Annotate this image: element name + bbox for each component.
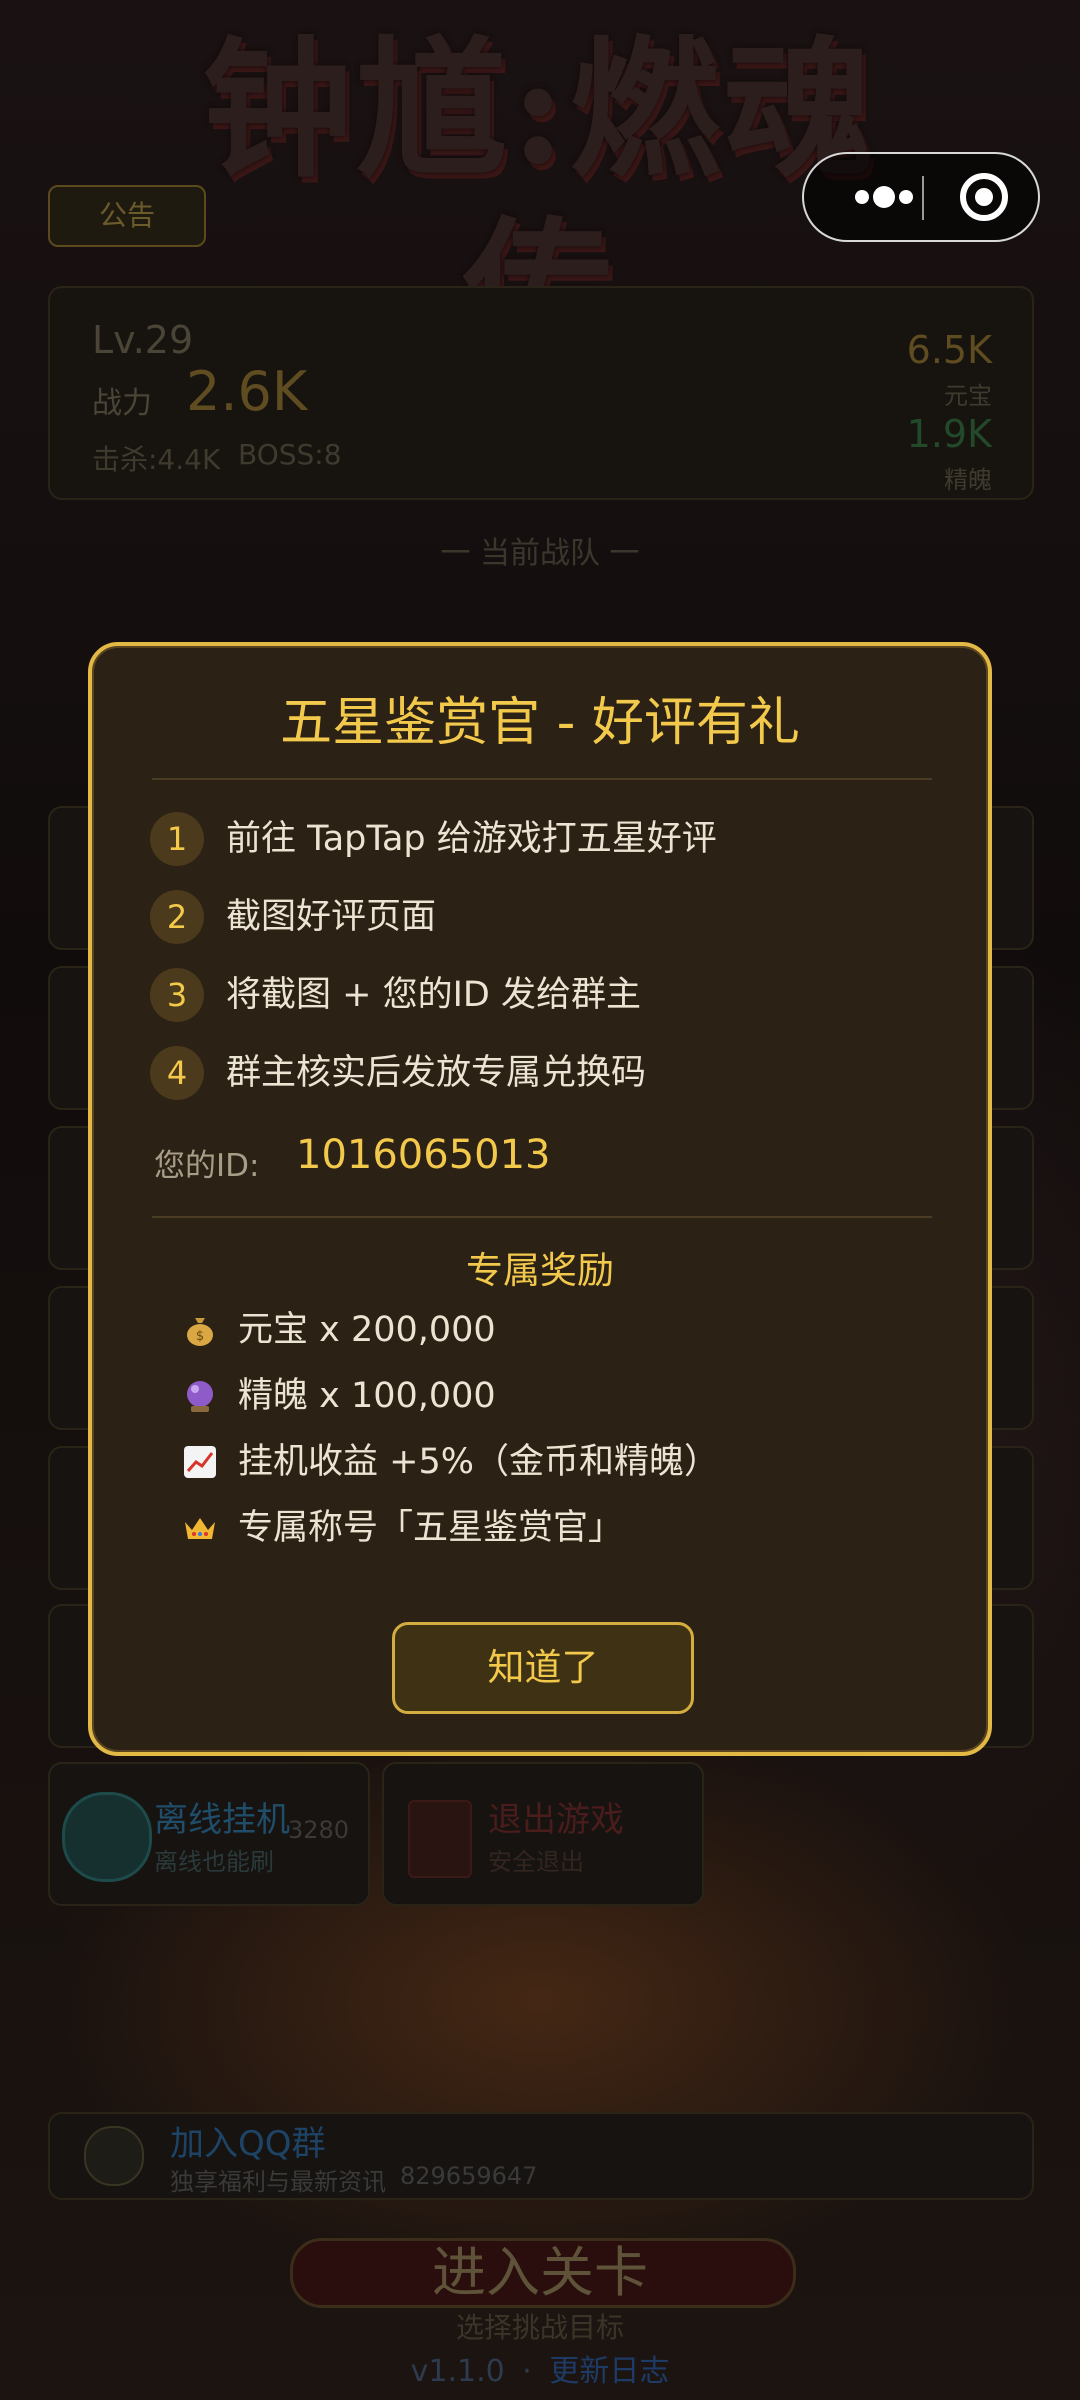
enter-subtitle: 选择挑战目标 — [455, 2311, 624, 2344]
step-number: 2 — [150, 890, 204, 944]
exit-game-tile[interactable]: 退出游戏 安全退出 — [382, 1762, 704, 1906]
qq-group-id: 829659647 — [400, 2162, 538, 2190]
step-item: 2 截图好评页面 — [150, 888, 910, 948]
reward-text: 精魄 x 100,000 — [238, 1376, 496, 1416]
level-text: Lv.29 — [92, 318, 194, 362]
user-id-value: 1016065013 — [296, 1132, 551, 1178]
yin-yang-icon — [62, 1792, 152, 1882]
enter-stage-button[interactable]: 进入关卡 选择挑战目标 — [90, 2224, 990, 2344]
step-number: 4 — [150, 1046, 204, 1100]
title-divider — [152, 778, 932, 780]
crown-icon — [182, 1510, 218, 1546]
user-id-label: 您的ID: — [154, 1148, 260, 1184]
svg-text:$: $ — [196, 1329, 204, 1344]
qq-group-banner[interactable]: 加入QQ群 独享福利与最新资讯 829659647 — [48, 2112, 1034, 2200]
money-bag-icon: $ — [182, 1312, 218, 1348]
reward-item: 精魄 x 100,000 — [182, 1370, 882, 1426]
notice-button[interactable]: 公告 — [48, 185, 206, 247]
jingpo-value: 1.9K — [906, 412, 992, 456]
more-dots-icon[interactable] — [832, 154, 932, 240]
changelog-link[interactable]: 更新日志 — [549, 2354, 669, 2389]
id-divider — [152, 1216, 932, 1218]
door-icon — [408, 1800, 472, 1878]
capsule-divider — [922, 176, 924, 220]
version-text: v1.1.0 — [410, 2354, 505, 2389]
reward-text: 专属称号「五星鉴赏官」 — [238, 1508, 624, 1548]
reward-text: 挂机收益 +5%（金币和精魄） — [238, 1442, 719, 1482]
game-title-logo: 钟馗:燃魂传 — [202, 22, 878, 378]
exit-subtitle: 安全退出 — [488, 1848, 584, 1876]
power-value: 2.6K — [186, 360, 308, 423]
target-close-icon[interactable] — [954, 154, 1034, 240]
got-it-button[interactable]: 知道了 — [392, 1622, 694, 1714]
power-label: 战力 — [92, 386, 152, 421]
step-text: 截图好评页面 — [226, 897, 437, 937]
step-number: 3 — [150, 968, 204, 1022]
crystal-ball-icon — [182, 1378, 218, 1414]
step-text: 群主核实后发放专属兑换码 — [226, 1053, 647, 1093]
reward-section-title: 专属奖励 — [466, 1249, 614, 1292]
offline-hangup-tile[interactable]: 离线挂机 离线也能刷 3280 — [48, 1762, 370, 1906]
offline-title: 离线挂机 — [154, 1800, 290, 1840]
exit-title: 退出游戏 — [488, 1800, 624, 1840]
version-footer: v1.1.0 · 更新日志 — [0, 2346, 1080, 2390]
step-item: 1 前往 TapTap 给游戏打五星好评 — [150, 810, 910, 870]
team-section-title: 一 当前战队 一 — [440, 536, 640, 571]
offline-subtitle: 离线也能刷 — [154, 1848, 274, 1876]
user-id-row: 您的ID: 1016065013 — [154, 1132, 914, 1192]
qq-icon — [84, 2126, 144, 2186]
reward-item: 挂机收益 +5%（金币和精魄） — [182, 1436, 882, 1492]
mini-program-capsule — [802, 152, 1040, 242]
qq-title: 加入QQ群 — [170, 2124, 326, 2164]
step-number: 1 — [150, 812, 204, 866]
footer-separator: · — [522, 2354, 532, 2389]
jingpo-label: 精魄 — [944, 466, 992, 494]
review-reward-modal: 五星鉴赏官 - 好评有礼 1 前往 TapTap 给游戏打五星好评 2 截图好评… — [88, 642, 992, 1756]
offline-count: 3280 — [288, 1816, 350, 1844]
reward-text: 元宝 x 200,000 — [238, 1310, 496, 1350]
step-item: 4 群主核实后发放专属兑换码 — [150, 1044, 910, 1104]
yuanbao-value: 6.5K — [906, 328, 992, 372]
yuanbao-label: 元宝 — [944, 382, 992, 410]
step-text: 将截图 + 您的ID 发给群主 — [226, 975, 641, 1015]
qq-subtitle: 独享福利与最新资讯 — [170, 2168, 386, 2196]
kills-text: 击杀:4.4K — [92, 443, 221, 476]
stats-panel: Lv.29 战力 2.6K 击杀:4.4K BOSS:8 6.5K 元宝 1.9… — [48, 286, 1034, 500]
step-text: 前往 TapTap 给游戏打五星好评 — [226, 819, 717, 859]
reward-item: 专属称号「五星鉴赏官」 — [182, 1502, 882, 1558]
boss-text: BOSS:8 — [238, 438, 342, 471]
modal-title: 五星鉴赏官 - 好评有礼 — [280, 693, 800, 753]
enter-label: 进入关卡 — [432, 2241, 648, 2304]
reward-item: $ 元宝 x 200,000 — [182, 1304, 882, 1360]
step-item: 3 将截图 + 您的ID 发给群主 — [150, 966, 910, 1026]
chart-up-icon — [182, 1444, 218, 1480]
